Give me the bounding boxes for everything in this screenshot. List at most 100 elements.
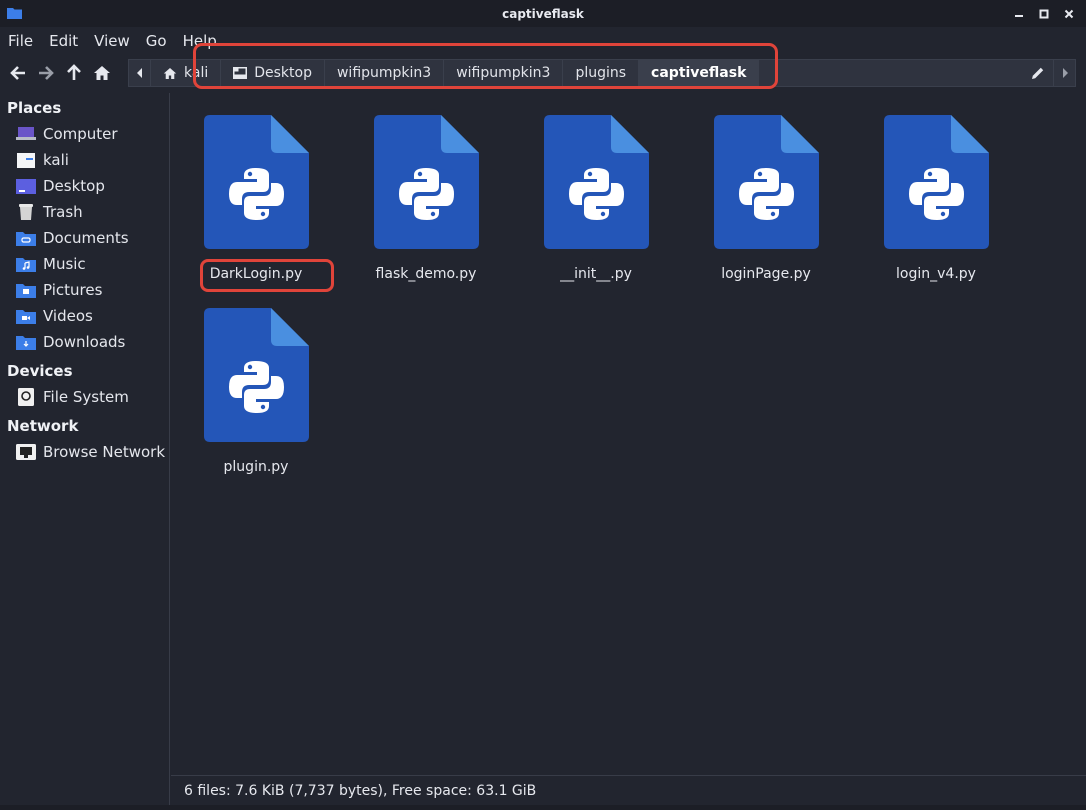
path-scroll-left-button[interactable]	[129, 60, 151, 86]
home-icon	[163, 67, 177, 80]
edit-path-button[interactable]	[1023, 60, 1053, 86]
pencil-icon	[1032, 67, 1044, 79]
drive-icon	[16, 388, 36, 406]
sidebar-item-documents[interactable]: Documents	[16, 227, 166, 249]
documents-folder-icon	[16, 229, 36, 247]
python-file-icon	[204, 308, 309, 442]
crumb-label: captiveflask	[651, 65, 747, 81]
file-name: flask_demo.py	[375, 266, 477, 282]
path-scroll-right-button[interactable]	[1053, 60, 1075, 86]
sidebar-item-label: Downloads	[43, 333, 126, 351]
devices-header: Devices	[7, 362, 73, 380]
pictures-folder-icon	[16, 281, 36, 299]
python-file-icon	[204, 115, 309, 249]
python-file-icon	[544, 115, 649, 249]
file-name: login_v4.py	[896, 266, 976, 282]
videos-folder-icon	[16, 307, 36, 325]
forward-button[interactable]	[32, 58, 60, 88]
sidebar-item-kali[interactable]: kali	[16, 149, 166, 171]
sidebar-item-label: Pictures	[43, 281, 103, 299]
menu-view[interactable]: View	[94, 32, 130, 50]
triangle-left-icon	[136, 68, 142, 78]
desktop-icon	[16, 177, 36, 195]
sidebar-item-videos[interactable]: Videos	[16, 305, 166, 327]
home-button[interactable]	[88, 58, 116, 88]
minimize-icon	[1014, 14, 1023, 17]
sidebar-item-downloads[interactable]: Downloads	[16, 331, 166, 353]
folder-app-icon	[7, 8, 22, 19]
sidebar-item-label: Videos	[43, 307, 93, 325]
file-item-init[interactable]: __init__.py	[511, 115, 681, 305]
network-header: Network	[7, 417, 79, 435]
close-icon	[1064, 9, 1073, 18]
up-button[interactable]	[60, 58, 88, 88]
file-name: DarkLogin.py	[209, 266, 303, 282]
menu-bar: File Edit View Go Help	[0, 27, 1086, 55]
sidebar-item-label: Desktop	[43, 177, 105, 195]
trash-icon	[16, 203, 36, 221]
sidebar: Places Computer kali Desktop Trash Docum…	[0, 93, 170, 810]
maximize-icon	[1039, 9, 1048, 18]
python-file-icon	[714, 115, 819, 249]
python-file-icon	[884, 115, 989, 249]
sidebar-item-label: Documents	[43, 229, 129, 247]
status-bar: 6 files: 7.6 KiB (7,737 bytes), Free spa…	[171, 775, 1086, 805]
title-bar: captiveflask	[0, 0, 1086, 27]
arrow-up-icon	[67, 64, 81, 80]
crumb-label: kali	[184, 65, 209, 81]
downloads-folder-icon	[16, 333, 36, 351]
crumb-label: plugins	[575, 65, 627, 81]
sidebar-item-music[interactable]: Music	[16, 253, 166, 275]
arrow-right-icon	[39, 66, 54, 80]
places-header: Places	[7, 99, 62, 117]
sidebar-item-file-system[interactable]: File System	[16, 386, 166, 408]
network-icon	[16, 443, 36, 461]
minimize-button[interactable]	[1009, 5, 1028, 22]
crumb-label: wifipumpkin3	[336, 65, 432, 81]
file-item-flask-demo[interactable]: flask_demo.py	[341, 115, 511, 305]
triangle-right-icon	[1062, 68, 1068, 78]
music-folder-icon	[16, 255, 36, 273]
maximize-button[interactable]	[1034, 5, 1053, 22]
crumb-label: wifipumpkin3	[456, 65, 551, 81]
file-item-darklogin[interactable]: DarkLogin.py	[171, 115, 341, 305]
close-button[interactable]	[1059, 5, 1078, 22]
crumb-plugins[interactable]: plugins	[563, 60, 640, 86]
file-name: loginPage.py	[721, 266, 811, 282]
file-item-plugin[interactable]: plugin.py	[171, 308, 341, 498]
crumb-captiveflask[interactable]: captiveflask	[639, 60, 760, 86]
arrow-left-icon	[10, 66, 25, 80]
file-name: plugin.py	[223, 459, 289, 475]
crumb-label: Desktop	[254, 65, 312, 81]
file-item-login-v4[interactable]: login_v4.py	[851, 115, 1021, 305]
crumb-desktop[interactable]: Desktop	[221, 60, 325, 86]
crumb-wifipumpkin3[interactable]: wifipumpkin3	[325, 60, 445, 86]
menu-go[interactable]: Go	[146, 32, 167, 50]
home-folder-icon	[16, 151, 36, 169]
menu-file[interactable]: File	[8, 32, 33, 50]
file-view: DarkLogin.py flask_demo.py __init__.py l…	[171, 93, 1086, 775]
sidebar-item-label: kali	[43, 151, 69, 169]
path-bar: kali Desktop wifipumpkin3 wifipumpkin3 p…	[128, 59, 1076, 87]
crumb-kali[interactable]: kali	[151, 60, 222, 86]
sidebar-item-browse-network[interactable]: Browse Network	[16, 441, 166, 463]
sidebar-item-computer[interactable]: Computer	[16, 123, 166, 145]
crumb-wifipumpkin3-inner[interactable]: wifipumpkin3	[444, 60, 564, 86]
window-bottom-edge	[0, 805, 1086, 810]
python-file-icon	[374, 115, 479, 249]
sidebar-item-trash[interactable]: Trash	[16, 201, 166, 223]
desktop-icon	[233, 67, 248, 79]
sidebar-item-label: Computer	[43, 125, 118, 143]
back-button[interactable]	[4, 58, 32, 88]
sidebar-item-desktop[interactable]: Desktop	[16, 175, 166, 197]
sidebar-item-label: Browse Network	[43, 443, 166, 461]
sidebar-item-label: Trash	[43, 203, 83, 221]
sidebar-item-label: Music	[43, 255, 86, 273]
file-item-loginpage[interactable]: loginPage.py	[681, 115, 851, 305]
sidebar-item-pictures[interactable]: Pictures	[16, 279, 166, 301]
menu-edit[interactable]: Edit	[49, 32, 78, 50]
computer-icon	[16, 125, 36, 143]
home-icon	[94, 66, 110, 80]
status-text: 6 files: 7.6 KiB (7,737 bytes), Free spa…	[184, 782, 537, 799]
menu-help[interactable]: Help	[183, 32, 217, 50]
